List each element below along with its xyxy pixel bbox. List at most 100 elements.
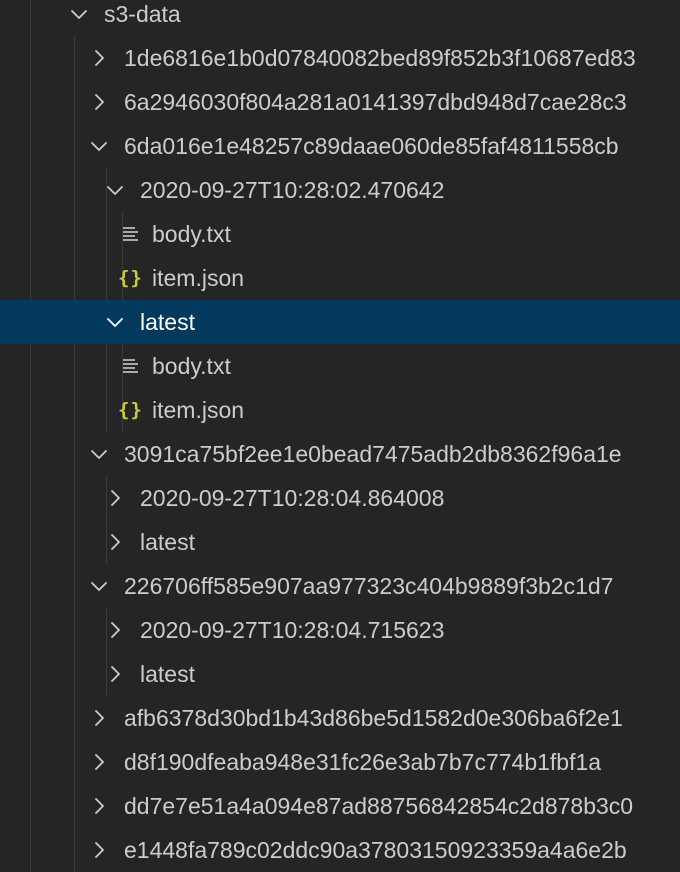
tree-row-label: latest — [140, 309, 195, 335]
chevron-right-icon[interactable] — [88, 91, 110, 113]
chevron-down-icon[interactable] — [88, 135, 110, 157]
tree-row-label: item.json — [152, 397, 245, 423]
indent-guide — [74, 564, 75, 608]
indent-guide — [74, 608, 75, 652]
indent-guide — [30, 696, 31, 740]
chevron-right-icon[interactable] — [104, 663, 126, 685]
chevron-down-icon[interactable] — [88, 575, 110, 597]
tree-row-label: 2020-09-27T10:28:02.470642 — [140, 177, 445, 203]
tree-row-folder-226706ff[interactable]: 226706ff585e907aa977323c404b9889f3b2c1d7 — [0, 564, 680, 608]
indent-guide — [30, 608, 31, 652]
tree-row-folder-s3-data[interactable]: s3-data — [0, 0, 680, 36]
indent-guide — [74, 256, 75, 300]
tree-list: s3-data 1de6816e1b0d07840082bed89f852b3f1… — [0, 0, 680, 872]
tree-row-label: body.txt — [152, 221, 231, 247]
indent-guide — [74, 784, 75, 828]
tree-row-folder-2020-09-27T10-28-02[interactable]: 2020-09-27T10:28:02.470642 — [0, 168, 680, 212]
chevron-right-icon[interactable] — [104, 531, 126, 553]
tree-row-file-body-txt[interactable]: body.txt — [0, 212, 680, 256]
indent-guide — [30, 520, 31, 564]
tree-row-file-body-txt[interactable]: body.txt — [0, 344, 680, 388]
chevron-down-icon[interactable] — [68, 3, 90, 25]
chevron-right-icon[interactable] — [104, 619, 126, 641]
indent-guide — [30, 80, 31, 124]
indent-guide — [30, 36, 31, 80]
tree-row-label: dd7e7e51a4a094e87ad88756842854c2d878b3c0 — [124, 793, 634, 819]
tree-row-file-item-json[interactable]: {} item.json — [0, 388, 680, 432]
indent-guide — [74, 740, 75, 784]
indent-guide — [74, 696, 75, 740]
tree-row-folder-2020-09-27T10-28-04-864008[interactable]: 2020-09-27T10:28:04.864008 — [0, 476, 680, 520]
indent-guide — [74, 344, 75, 388]
tree-row-folder-latest[interactable]: latest — [0, 652, 680, 696]
tree-row-label: d8f190dfeaba948e31fc26e3ab7b7c774b1fbf1a — [124, 749, 602, 775]
tree-row-label: e1448fa789c02ddc90a37803150923359a4a6e2b — [124, 837, 627, 863]
tree-row-label: body.txt — [152, 353, 231, 379]
tree-row-label: item.json — [152, 265, 245, 291]
tree-row-label: latest — [140, 529, 195, 555]
tree-row-folder-6da016e1[interactable]: 6da016e1e48257c89daae060de85faf4811558cb — [0, 124, 680, 168]
chevron-right-icon[interactable] — [88, 839, 110, 861]
tree-row-label: 2020-09-27T10:28:04.715623 — [140, 617, 445, 643]
tree-row-label: latest — [140, 661, 195, 687]
indent-guide — [30, 476, 31, 520]
indent-guide — [30, 300, 31, 344]
indent-guide — [30, 432, 31, 476]
indent-guide — [74, 828, 75, 872]
json-file-icon: {} — [118, 267, 143, 289]
indent-guide — [30, 344, 31, 388]
tree-row-folder-2020-09-27T10-28-04-715623[interactable]: 2020-09-27T10:28:04.715623 — [0, 608, 680, 652]
indent-guide — [30, 564, 31, 608]
indent-guide — [30, 784, 31, 828]
text-file-icon — [120, 355, 142, 377]
indent-guide — [74, 476, 75, 520]
chevron-right-icon[interactable] — [88, 47, 110, 69]
tree-row-file-item-json[interactable]: {} item.json — [0, 256, 680, 300]
tree-row-label: 226706ff585e907aa977323c404b9889f3b2c1d7 — [124, 573, 614, 599]
json-file-icon: {} — [118, 399, 143, 421]
indent-guide — [74, 652, 75, 696]
indent-guide — [30, 828, 31, 872]
chevron-down-icon[interactable] — [104, 179, 126, 201]
indent-guide — [74, 36, 75, 80]
indent-guide — [30, 652, 31, 696]
tree-row-folder-latest[interactable]: latest — [0, 300, 680, 344]
indent-guide — [30, 168, 31, 212]
chevron-right-icon[interactable] — [88, 751, 110, 773]
tree-row-folder-latest[interactable]: latest — [0, 520, 680, 564]
tree-row-label: 1de6816e1b0d07840082bed89f852b3f10687ed8… — [124, 45, 636, 71]
text-file-icon — [120, 223, 142, 245]
tree-row-label: 6da016e1e48257c89daae060de85faf4811558cb — [124, 133, 619, 159]
tree-row-folder-dd7e7e51[interactable]: dd7e7e51a4a094e87ad88756842854c2d878b3c0 — [0, 784, 680, 828]
indent-guide — [30, 256, 31, 300]
tree-row-folder-6a294603[interactable]: 6a2946030f804a281a0141397dbd948d7cae28c3 — [0, 80, 680, 124]
indent-guide — [30, 0, 31, 36]
indent-guide — [30, 212, 31, 256]
tree-row-label: 3091ca75bf2ee1e0bead7475adb2db8362f96a1e — [124, 441, 622, 467]
indent-guide — [30, 740, 31, 784]
tree-row-folder-d8f190df[interactable]: d8f190dfeaba948e31fc26e3ab7b7c774b1fbf1a — [0, 740, 680, 784]
chevron-right-icon[interactable] — [88, 795, 110, 817]
indent-guide — [74, 212, 75, 256]
chevron-right-icon[interactable] — [104, 487, 126, 509]
indent-guide — [106, 212, 107, 256]
indent-guide — [74, 388, 75, 432]
indent-guide — [74, 520, 75, 564]
chevron-down-icon[interactable] — [104, 311, 126, 333]
tree-row-folder-1de6816e[interactable]: 1de6816e1b0d07840082bed89f852b3f10687ed8… — [0, 36, 680, 80]
tree-row-label: s3-data — [104, 1, 181, 27]
indent-guide — [74, 432, 75, 476]
indent-guide — [106, 344, 107, 388]
indent-guide — [30, 388, 31, 432]
indent-guide — [106, 388, 107, 432]
tree-row-folder-3091ca75[interactable]: 3091ca75bf2ee1e0bead7475adb2db8362f96a1e — [0, 432, 680, 476]
indent-guide — [30, 124, 31, 168]
tree-row-label: 2020-09-27T10:28:04.864008 — [140, 485, 445, 511]
indent-guide — [74, 124, 75, 168]
indent-guide — [74, 80, 75, 124]
chevron-down-icon[interactable] — [88, 443, 110, 465]
chevron-right-icon[interactable] — [88, 707, 110, 729]
tree-row-folder-afb6378d[interactable]: afb6378d30bd1b43d86be5d1582d0e306ba6f2e1 — [0, 696, 680, 740]
tree-row-label: afb6378d30bd1b43d86be5d1582d0e306ba6f2e1 — [124, 705, 623, 731]
tree-row-folder-e1448fa7[interactable]: e1448fa789c02ddc90a37803150923359a4a6e2b — [0, 828, 680, 872]
